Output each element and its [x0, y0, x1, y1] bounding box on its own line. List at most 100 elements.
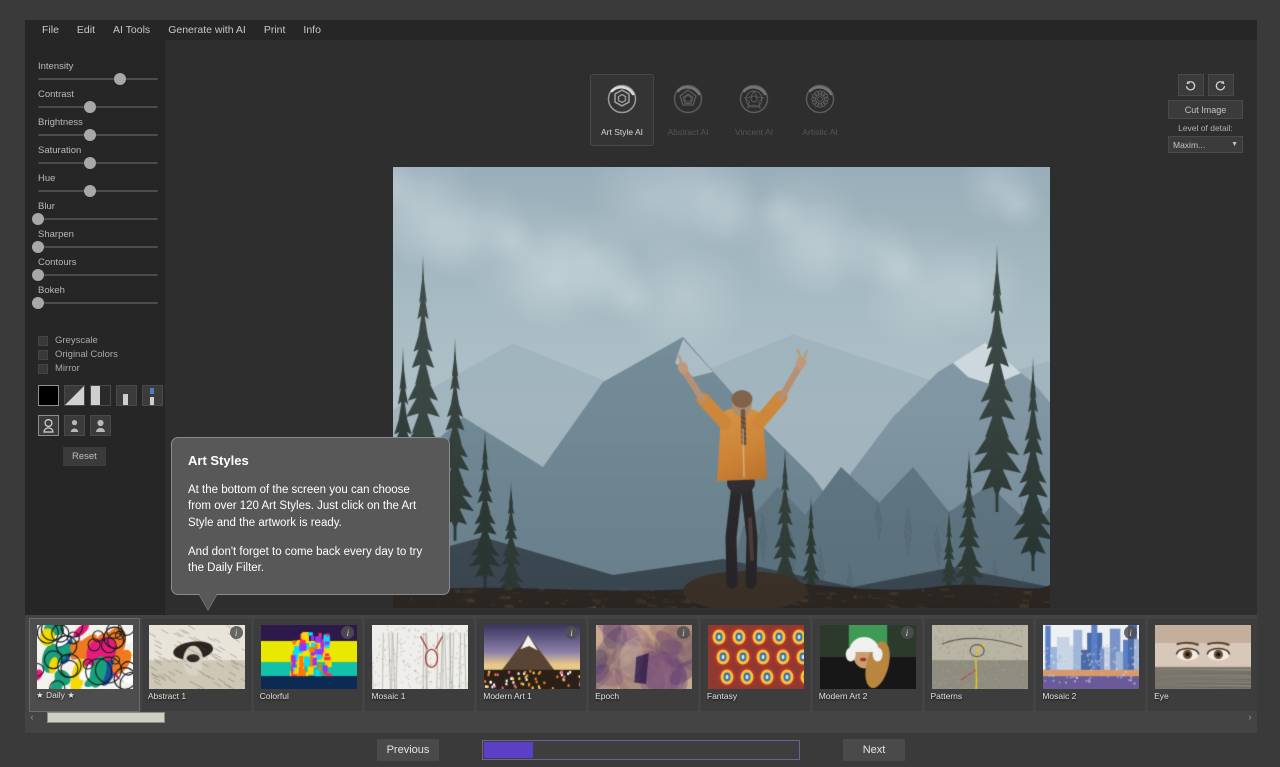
- tooltip-paragraph-2: And don't forget to come back every day …: [188, 544, 433, 577]
- checkbox-label: Greyscale: [55, 335, 98, 346]
- info-icon[interactable]: i: [677, 626, 690, 639]
- scroll-right-arrow[interactable]: ›: [1243, 712, 1257, 722]
- menu-item-edit[interactable]: Edit: [68, 20, 104, 40]
- level-of-detail-select[interactable]: Maxim... ▼: [1168, 136, 1243, 153]
- next-button[interactable]: Next: [843, 739, 905, 761]
- button-portrait-small[interactable]: [64, 415, 85, 436]
- thumbnail-patterns[interactable]: Patterns: [925, 619, 1034, 711]
- slider-label: Sharpen: [38, 229, 158, 240]
- menu-item-generate-with-ai[interactable]: Generate with AI: [159, 20, 255, 40]
- slider-track[interactable]: [38, 246, 158, 248]
- slider-label: Bokeh: [38, 285, 158, 296]
- slider-knob[interactable]: [32, 213, 44, 225]
- button-portrait-large[interactable]: [90, 415, 111, 436]
- checkbox-box[interactable]: [38, 350, 48, 360]
- slider-knob[interactable]: [84, 185, 96, 197]
- slider-track[interactable]: [38, 78, 158, 80]
- slider-knob[interactable]: [84, 101, 96, 113]
- chevron-down-icon: ▼: [1231, 141, 1238, 148]
- slider-sharpen[interactable]: Sharpen: [38, 229, 158, 248]
- thumbnail-mosaic-2[interactable]: iMosaic 2: [1036, 619, 1145, 711]
- slider-track[interactable]: [38, 162, 158, 164]
- swatch-diagonal-split[interactable]: [64, 385, 85, 406]
- slider-brightness[interactable]: Brightness: [38, 117, 158, 136]
- slider-track[interactable]: [38, 218, 158, 220]
- main-photo[interactable]: [393, 167, 1050, 608]
- thumbnail-image: [932, 625, 1028, 689]
- slider-knob[interactable]: [32, 269, 44, 281]
- thumbnail-abstract-1[interactable]: iAbstract 1: [142, 619, 251, 711]
- slider-bokeh[interactable]: Bokeh: [38, 285, 158, 304]
- menu-item-ai-tools[interactable]: AI Tools: [104, 20, 159, 40]
- progress-bar[interactable]: [482, 740, 800, 760]
- ai-style-abstract-ai[interactable]: Abstract AI: [656, 74, 720, 146]
- slider-intensity[interactable]: Intensity: [38, 61, 158, 80]
- thumbnail-epoch[interactable]: iEpoch: [589, 619, 698, 711]
- bottom-navigation: Previous Next: [25, 733, 1257, 767]
- slider-track[interactable]: [38, 274, 158, 276]
- thumbnail-colorful[interactable]: iColorful: [254, 619, 363, 711]
- thumbnail-eye[interactable]: Eye: [1148, 619, 1257, 711]
- slider-track[interactable]: [38, 190, 158, 192]
- redo-icon: [1214, 79, 1227, 92]
- previous-button[interactable]: Previous: [377, 739, 439, 761]
- info-icon[interactable]: i: [565, 626, 578, 639]
- thumbnail-mosaic-1[interactable]: Mosaic 1: [365, 619, 474, 711]
- slider-track[interactable]: [38, 134, 158, 136]
- undo-button[interactable]: [1178, 74, 1204, 96]
- checkbox-original-colors[interactable]: Original Colors: [38, 349, 118, 360]
- thumbnail-image: [37, 625, 133, 689]
- ai-style-vincent-ai[interactable]: Vincent AI: [722, 74, 786, 146]
- info-icon[interactable]: i: [901, 626, 914, 639]
- swatch-solid-black[interactable]: [38, 385, 59, 406]
- menu-item-info[interactable]: Info: [294, 20, 330, 40]
- slider-contours[interactable]: Contours: [38, 257, 158, 276]
- slider-knob[interactable]: [84, 129, 96, 141]
- slider-track[interactable]: [38, 302, 158, 304]
- info-icon[interactable]: i: [230, 626, 243, 639]
- scrollbar-track[interactable]: [39, 712, 1243, 723]
- slider-knob[interactable]: [32, 241, 44, 253]
- thumbnail-label: Modern Art 2: [819, 691, 868, 701]
- ai-style-label: Artistic AI: [802, 127, 837, 137]
- checkbox-box[interactable]: [38, 364, 48, 374]
- redo-button[interactable]: [1208, 74, 1234, 96]
- button-portrait-outline[interactable]: [38, 415, 59, 436]
- slider-knob[interactable]: [114, 73, 126, 85]
- slider-track[interactable]: [38, 106, 158, 108]
- canvas-tools: Cut Image Level of detail: Maxim... ▼: [1168, 74, 1243, 153]
- strip-scrollbar: ‹ ›: [25, 711, 1257, 723]
- pentagon-circle-icon: [670, 83, 706, 121]
- art-style-strip: ★ Daily ★iAbstract 1iColorfulMosaic 1iMo…: [25, 615, 1257, 733]
- thumbnail-label: ★ Daily ★: [36, 690, 75, 701]
- checkbox-box[interactable]: [38, 336, 48, 346]
- reset-button[interactable]: Reset: [63, 447, 106, 466]
- ai-style-art-style-ai[interactable]: Art Style AI: [590, 74, 654, 146]
- slider-hue[interactable]: Hue: [38, 173, 158, 192]
- ai-style-label: Abstract AI: [667, 127, 708, 137]
- checkbox-mirror[interactable]: Mirror: [38, 363, 80, 374]
- thumbnail-fantasy[interactable]: Fantasy: [701, 619, 810, 711]
- cut-image-button[interactable]: Cut Image: [1168, 100, 1243, 119]
- menu-item-print[interactable]: Print: [255, 20, 295, 40]
- slider-knob[interactable]: [84, 157, 96, 169]
- floret-circle-icon: [802, 83, 838, 121]
- swatch-vertical-split[interactable]: [90, 385, 111, 406]
- scrollbar-thumb[interactable]: [47, 712, 165, 723]
- progress-bar-fill: [484, 742, 533, 758]
- checkbox-label: Original Colors: [55, 349, 118, 360]
- slider-saturation[interactable]: Saturation: [38, 145, 158, 164]
- menu-item-file[interactable]: File: [33, 20, 68, 40]
- thumbnail-modern-art-2[interactable]: i Modern Art 2: [813, 619, 922, 711]
- swatch-corner-mask[interactable]: [116, 385, 137, 406]
- slider-knob[interactable]: [32, 297, 44, 309]
- slider-contrast[interactable]: Contrast: [38, 89, 158, 108]
- swatch-dual-mask[interactable]: [142, 385, 163, 406]
- ai-style-artistic-ai[interactable]: Artistic AI: [788, 74, 852, 146]
- thumbnail-daily[interactable]: ★ Daily ★: [30, 619, 139, 711]
- checkbox-greyscale[interactable]: Greyscale: [38, 335, 98, 346]
- thumbnail-modern-art-1[interactable]: iModern Art 1: [477, 619, 586, 711]
- scroll-left-arrow[interactable]: ‹: [25, 712, 39, 722]
- slider-blur[interactable]: Blur: [38, 201, 158, 220]
- portrait-mode-buttons: [38, 415, 111, 436]
